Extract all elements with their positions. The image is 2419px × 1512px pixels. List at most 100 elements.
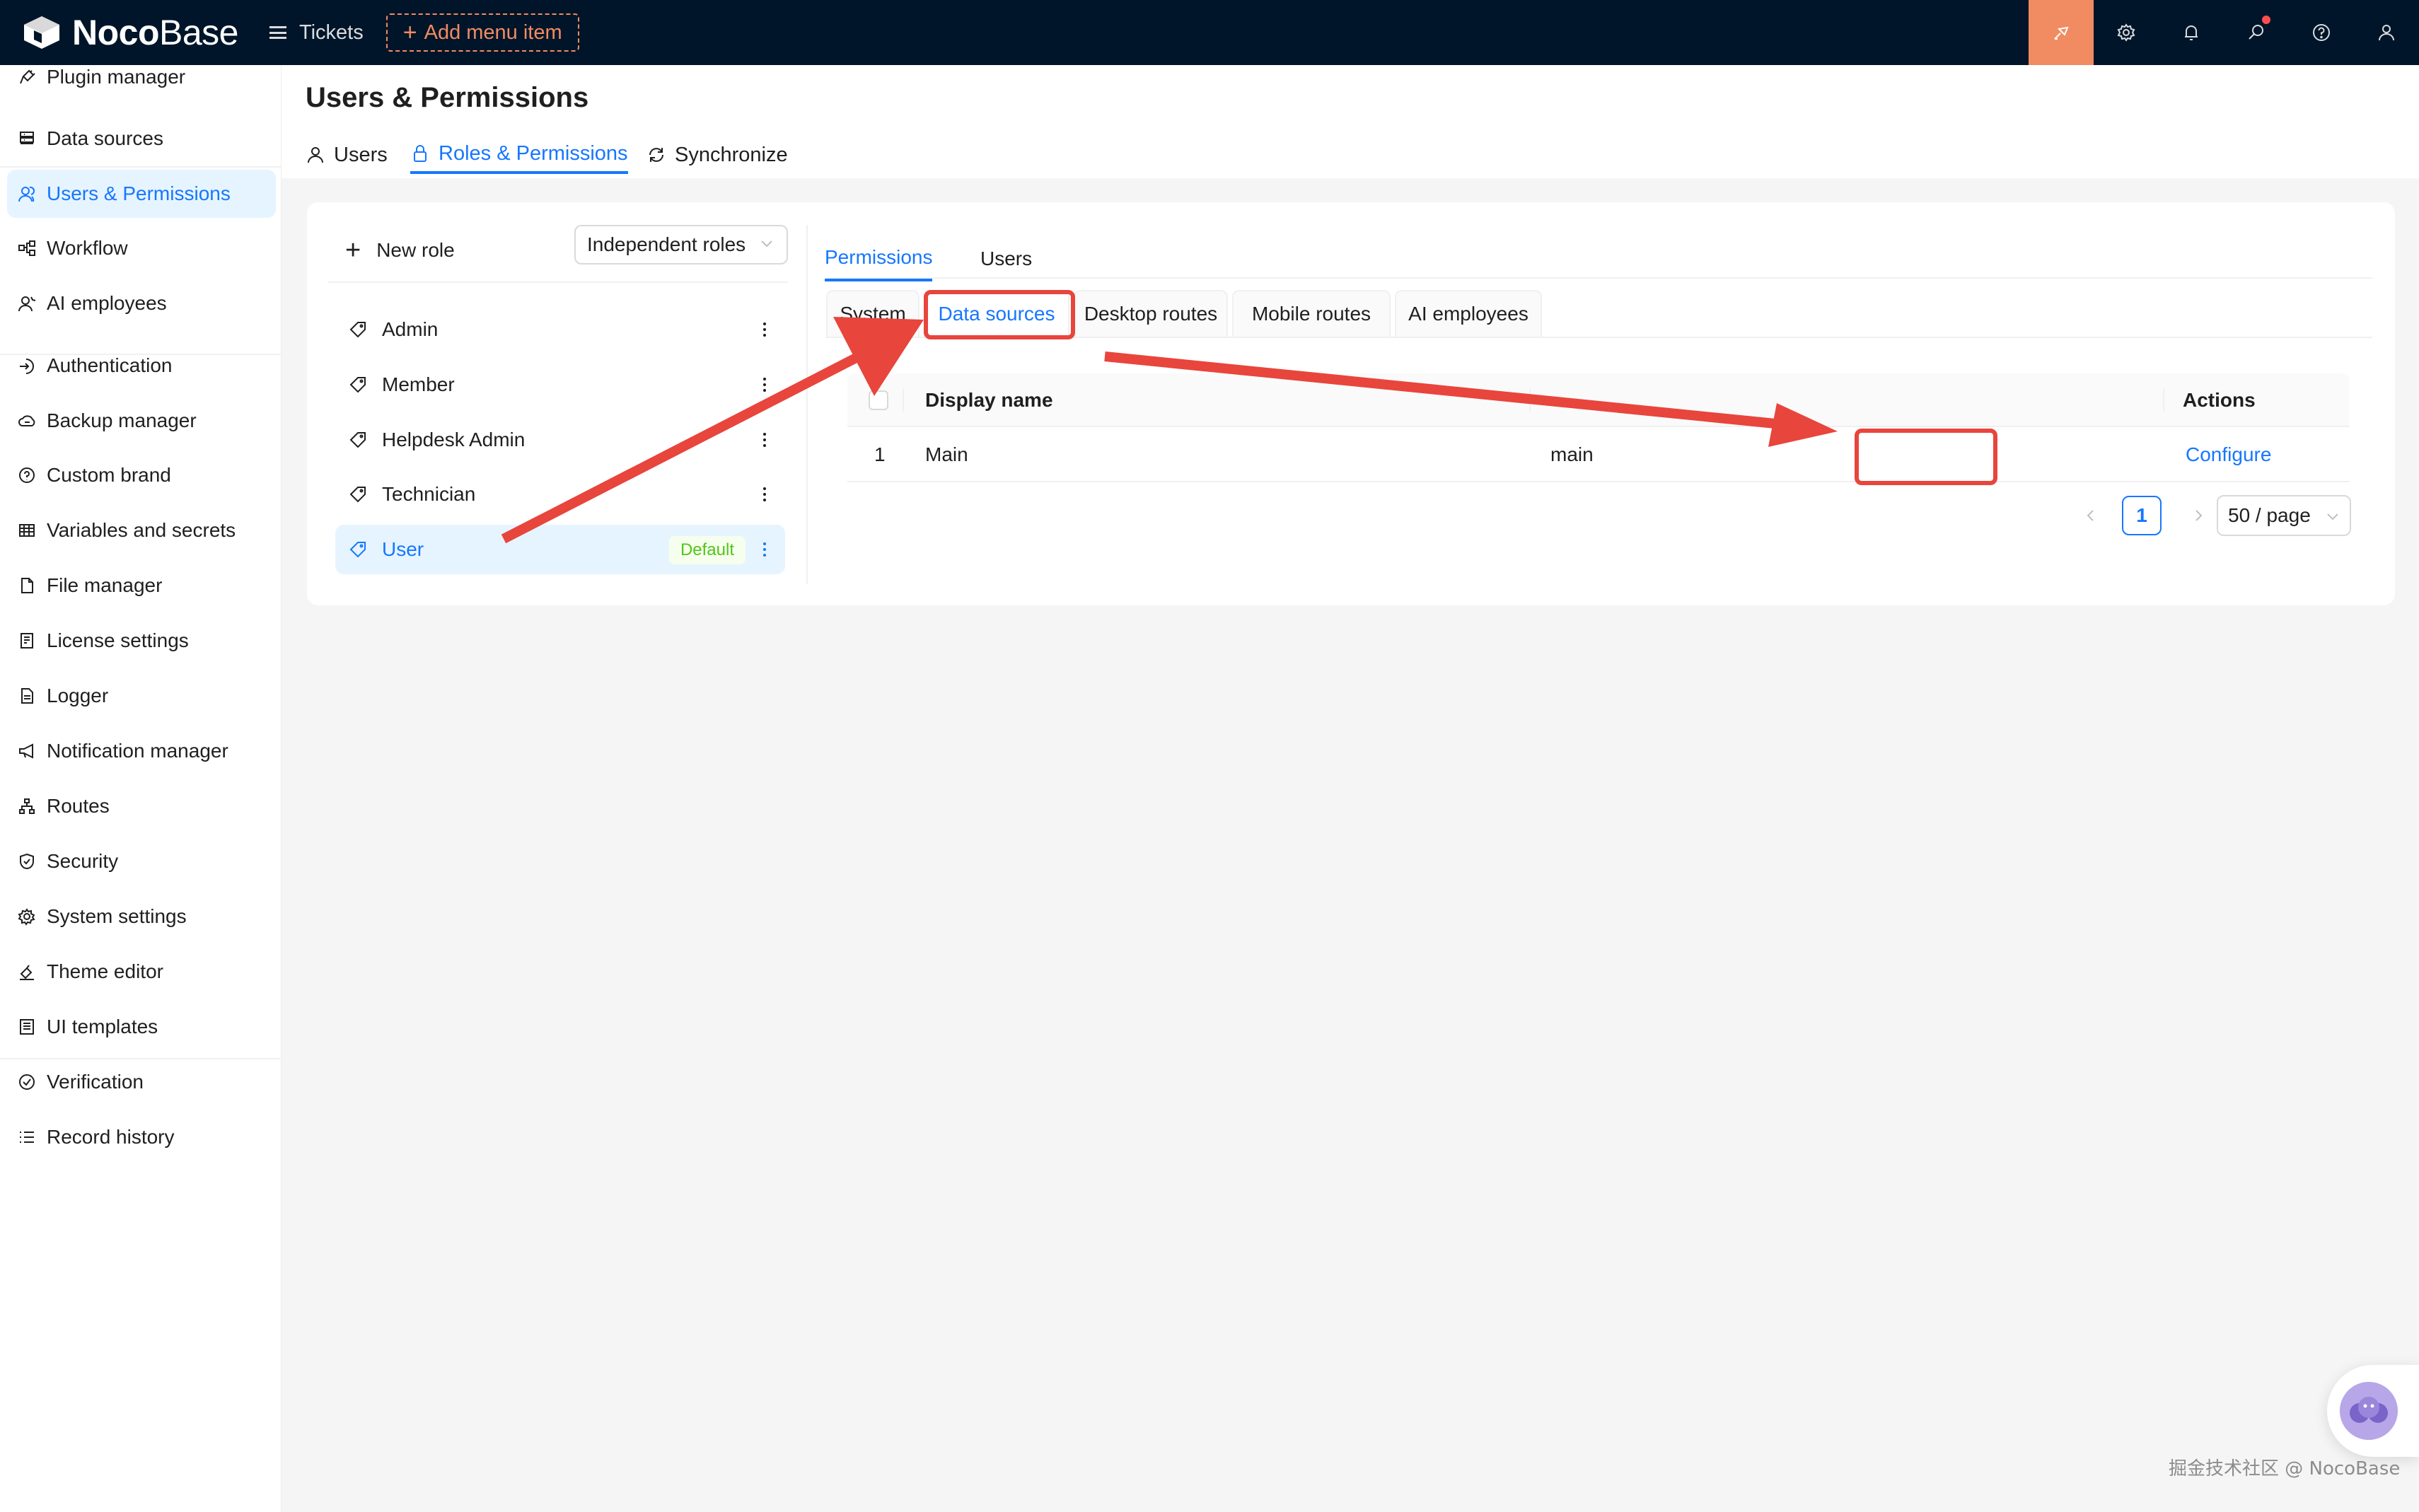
- sidebar-item-plugin-manager[interactable]: Plugin manager: [7, 53, 276, 101]
- role-item-admin[interactable]: Admin: [335, 305, 785, 354]
- sidebar-item-label: Verification: [47, 1071, 144, 1093]
- role-label: Admin: [382, 318, 439, 340]
- top-menu-tickets[interactable]: Tickets: [269, 0, 364, 65]
- tab-synchronize[interactable]: Synchronize: [646, 136, 788, 174]
- more-icon[interactable]: [762, 376, 767, 393]
- sidebar-item-file-manager[interactable]: File manager: [7, 562, 276, 610]
- file-icon: [17, 576, 37, 595]
- plug-icon: [17, 67, 37, 87]
- role-label: Helpdesk Admin: [382, 429, 526, 450]
- sidebar-item-label: Users & Permissions: [47, 182, 231, 204]
- subtab-desktop-routes[interactable]: Desktop routes: [1074, 290, 1228, 337]
- sidebar-item-logger[interactable]: Logger: [7, 672, 276, 720]
- role-item-user[interactable]: User Default: [335, 525, 785, 574]
- sidebar-item-label: Notification manager: [47, 740, 228, 762]
- role-item-member[interactable]: Member: [335, 360, 785, 409]
- sidebar-item-security[interactable]: Security: [7, 837, 276, 885]
- tab-permissions[interactable]: Permissions: [825, 236, 933, 281]
- column-divider: [2163, 389, 2164, 412]
- lock-icon: [414, 145, 427, 162]
- sidebar-item-workflow[interactable]: Workflow: [7, 224, 276, 272]
- page-size-select[interactable]: 50 / page: [2217, 495, 2351, 536]
- role-item-technician[interactable]: Technician: [335, 470, 785, 519]
- sidebar-item-record-history[interactable]: Record history: [7, 1113, 276, 1161]
- column-actions: Actions: [2183, 389, 2256, 411]
- next-page-icon[interactable]: [2190, 507, 2207, 524]
- select-all-checkbox[interactable]: [869, 390, 888, 410]
- new-role-button[interactable]: + New role: [345, 231, 455, 270]
- routes-icon: [17, 796, 37, 816]
- role-item-helpdesk-admin[interactable]: Helpdesk Admin: [335, 415, 785, 465]
- more-icon[interactable]: [762, 321, 767, 338]
- sidebar-item-data-sources[interactable]: Data sources: [7, 115, 276, 163]
- sidebar-item-ui-templates[interactable]: UI templates: [7, 1003, 276, 1051]
- sidebar-item-verification[interactable]: Verification: [7, 1058, 276, 1106]
- divider: [826, 277, 2372, 279]
- sidebar-divider: [0, 354, 282, 355]
- theme-button[interactable]: [2029, 0, 2094, 65]
- notification-button[interactable]: [2159, 0, 2224, 65]
- pagination: 1: [2082, 495, 2207, 536]
- sidebar-item-label: Variables and secrets: [47, 519, 236, 541]
- sidebar-item-system-settings[interactable]: System settings: [7, 892, 276, 941]
- sidebar-item-theme-editor[interactable]: Theme editor: [7, 948, 276, 996]
- subtab-mobile-routes[interactable]: Mobile routes: [1232, 290, 1391, 337]
- subtab-ai-employees[interactable]: AI employees: [1395, 290, 1542, 337]
- tag-icon: [349, 377, 366, 393]
- sidebar-item-label: AI employees: [47, 292, 167, 314]
- column-display-name[interactable]: Display name: [925, 373, 1053, 427]
- sidebar-item-users-permissions[interactable]: Users & Permissions: [7, 170, 276, 218]
- tab-role-users[interactable]: Users: [980, 236, 1032, 281]
- watermark: 掘金技术社区 @ NocoBase: [2169, 1458, 2401, 1479]
- sidebar-item-backup-manager[interactable]: Backup manager: [7, 397, 276, 445]
- role-mode-value: Independent roles: [587, 233, 746, 255]
- role-label: User: [382, 538, 424, 560]
- login-icon: [17, 356, 37, 376]
- user-menu-button[interactable]: [2354, 0, 2419, 65]
- top-navbar: NocoBase Tickets + Add menu item: [0, 0, 2419, 65]
- sidebar-item-license-settings[interactable]: License settings: [7, 617, 276, 665]
- top-menu-label: Tickets: [298, 21, 364, 44]
- paint-icon: [17, 962, 37, 982]
- ai-assistant-button[interactable]: [2327, 1365, 2419, 1457]
- sidebar-item-notification-manager[interactable]: Notification manager: [7, 727, 276, 775]
- tab-users[interactable]: Users: [306, 136, 388, 174]
- add-menu-item-button[interactable]: + Add menu item: [385, 13, 579, 52]
- tab-roles-permissions[interactable]: Roles & Permissions: [410, 136, 628, 174]
- role-mode-select[interactable]: Independent roles: [574, 225, 788, 264]
- sidebar-item-custom-brand[interactable]: Custom brand: [7, 451, 276, 499]
- new-role-label: New role: [376, 239, 455, 261]
- table-icon: [17, 521, 37, 540]
- more-icon[interactable]: [762, 541, 767, 558]
- sidebar-item-ai-employees[interactable]: AI employees: [7, 279, 276, 327]
- check-circle-icon: [17, 1072, 37, 1092]
- page-1-button[interactable]: 1: [2122, 496, 2162, 535]
- sidebar-item-label: License settings: [47, 629, 189, 651]
- settings-button[interactable]: [2094, 0, 2159, 65]
- brand-icon: [17, 465, 37, 485]
- tag-icon: [349, 432, 366, 448]
- configure-link[interactable]: Configure: [2186, 427, 2271, 482]
- add-menu-label: Add menu item: [424, 21, 562, 44]
- prev-page-icon[interactable]: [2082, 507, 2099, 524]
- sidebar-item-variables-and-secrets[interactable]: Variables and secrets: [7, 506, 276, 554]
- user-icon: [2379, 25, 2394, 41]
- chevron-down-icon: [2327, 513, 2338, 521]
- help-button[interactable]: [2289, 0, 2354, 65]
- sidebar-item-label: Theme editor: [47, 960, 163, 982]
- sidebar-item-label: Record history: [47, 1126, 175, 1148]
- sidebar-item-routes[interactable]: Routes: [7, 782, 276, 830]
- ai-avatar-icon: [2340, 1382, 2398, 1440]
- divider: [328, 281, 788, 283]
- roles-card: + New role Independent roles Admin Member…: [307, 202, 2395, 605]
- logo-text-bold: Noco: [72, 13, 160, 52]
- more-icon[interactable]: [762, 486, 767, 503]
- sidebar-item-authentication[interactable]: Authentication: [7, 342, 276, 390]
- database-icon: [17, 129, 37, 149]
- more-icon[interactable]: [762, 431, 767, 448]
- shield-icon: [17, 851, 37, 871]
- gear-icon: [17, 907, 37, 926]
- subtab-system[interactable]: System: [826, 290, 920, 337]
- cloud-icon: [17, 411, 37, 431]
- search-button[interactable]: [2224, 0, 2289, 65]
